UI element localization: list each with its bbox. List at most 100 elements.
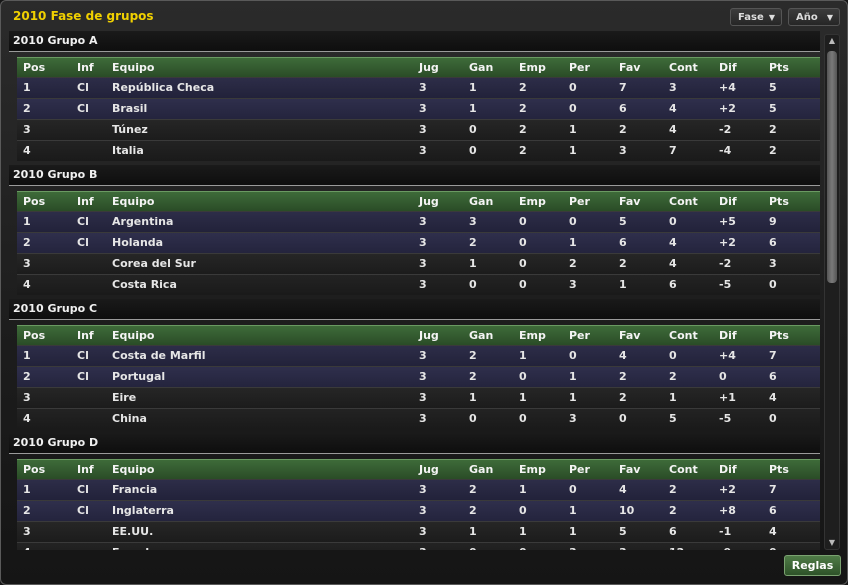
column-header-dif[interactable]: Dif	[719, 192, 737, 211]
fase-dropdown[interactable]: Fase ▼	[730, 8, 782, 26]
table-row[interactable]: 4 Ecuador 3 0 0 3 3 12 -9 0	[17, 542, 820, 550]
column-header-pts[interactable]: Pts	[769, 58, 789, 77]
cell-emp: 0	[519, 543, 527, 550]
column-header-emp[interactable]: Emp	[519, 58, 546, 77]
team-name: Ecuador	[112, 543, 162, 550]
cell-pts: 5	[769, 102, 777, 115]
column-header-equipo[interactable]: Equipo	[112, 58, 154, 77]
cell-dif: +4	[719, 349, 736, 362]
table-row[interactable]: 2 Cl Portugal 3 2 0 1 2 2 0 6	[17, 366, 820, 387]
team-name: Corea del Sur	[112, 257, 196, 270]
column-header-cont[interactable]: Cont	[669, 326, 698, 345]
column-header-jug[interactable]: Jug	[419, 192, 439, 211]
column-header-pos[interactable]: Pos	[23, 192, 45, 211]
table-row[interactable]: 3 Corea del Sur 3 1 0 2 2 4 -2 3	[17, 253, 820, 274]
column-header-jug[interactable]: Jug	[419, 460, 439, 479]
cell-emp: 2	[519, 102, 527, 115]
cell-emp: 1	[519, 525, 527, 538]
column-header-pos[interactable]: Pos	[23, 326, 45, 345]
table-row[interactable]: 3 Eire 3 1 1 1 2 1 +1 4	[17, 387, 820, 408]
column-header-equipo[interactable]: Equipo	[112, 192, 154, 211]
cell-emp: 0	[519, 504, 527, 517]
cell-gan: 1	[469, 391, 477, 404]
column-header-emp[interactable]: Emp	[519, 326, 546, 345]
column-header-cont[interactable]: Cont	[669, 192, 698, 211]
cell-emp: 2	[519, 81, 527, 94]
table-row[interactable]: 1 Cl Costa de Marfil 3 2 1 0 4 0 +4 7	[17, 345, 820, 366]
table-row[interactable]: 2 Cl Brasil 3 1 2 0 6 4 +2 5	[17, 98, 820, 119]
cell-jug: 3	[419, 349, 427, 362]
column-header-inf[interactable]: Inf	[77, 460, 94, 479]
column-header-gan[interactable]: Gan	[469, 460, 493, 479]
column-header-jug[interactable]: Jug	[419, 58, 439, 77]
table-row[interactable]: 1 Cl República Checa 3 1 2 0 7 3 +4 5	[17, 77, 820, 98]
column-header-dif[interactable]: Dif	[719, 58, 737, 77]
table-row[interactable]: 1 Cl Argentina 3 3 0 0 5 0 +5 9	[17, 211, 820, 232]
column-header-pts[interactable]: Pts	[769, 326, 789, 345]
column-header-pts[interactable]: Pts	[769, 460, 789, 479]
table-row[interactable]: 4 Costa Rica 3 0 0 3 1 6 -5 0	[17, 274, 820, 295]
table-row[interactable]: 4 China 3 0 0 3 0 5 -5 0	[17, 408, 820, 429]
column-header-per[interactable]: Per	[569, 58, 590, 77]
cell-pts: 7	[769, 349, 777, 362]
standings-table: Pos Inf Equipo Jug Gan Emp Per Fav Cont Dif Pts 1 Cl…	[17, 459, 820, 550]
column-header-cont[interactable]: Cont	[669, 460, 698, 479]
cell-dif: -9	[719, 543, 731, 550]
cell-inf: Cl	[77, 102, 89, 115]
cell-dif: +4	[719, 81, 736, 94]
table-row[interactable]: 3 EE.UU. 3 1 1 1 5 6 -1 4	[17, 521, 820, 542]
team-name: Costa de Marfil	[112, 349, 206, 362]
column-header-pos[interactable]: Pos	[23, 58, 45, 77]
column-header-per[interactable]: Per	[569, 326, 590, 345]
scroll-down-icon[interactable]: ▼	[825, 537, 839, 549]
table-row[interactable]: 2 Cl Holanda 3 2 0 1 6 4 +2 6	[17, 232, 820, 253]
cell-inf: Cl	[77, 483, 89, 496]
column-header-dif[interactable]: Dif	[719, 326, 737, 345]
team-name: Costa Rica	[112, 278, 177, 291]
column-header-inf[interactable]: Inf	[77, 326, 94, 345]
table-row[interactable]: 4 Italia 3 0 2 1 3 7 -4 2	[17, 140, 820, 161]
column-header-emp[interactable]: Emp	[519, 460, 546, 479]
column-header-pts[interactable]: Pts	[769, 192, 789, 211]
cell-emp: 2	[519, 123, 527, 136]
scrollbar-thumb[interactable]	[827, 51, 837, 283]
team-name: República Checa	[112, 81, 215, 94]
column-header-inf[interactable]: Inf	[77, 192, 94, 211]
column-header-per[interactable]: Per	[569, 192, 590, 211]
cell-cont: 1	[669, 391, 677, 404]
column-header-per[interactable]: Per	[569, 460, 590, 479]
column-header-emp[interactable]: Emp	[519, 192, 546, 211]
cell-dif: 0	[719, 370, 727, 383]
vertical-scrollbar[interactable]: ▲ ▼	[824, 34, 840, 550]
column-header-gan[interactable]: Gan	[469, 326, 493, 345]
cell-gan: 3	[469, 215, 477, 228]
column-header-cont[interactable]: Cont	[669, 58, 698, 77]
table-row[interactable]: 2 Cl Inglaterra 3 2 0 1 10 2 +8 6	[17, 500, 820, 521]
column-header-pos[interactable]: Pos	[23, 460, 45, 479]
column-header-fav[interactable]: Fav	[619, 460, 640, 479]
cell-cont: 2	[669, 504, 677, 517]
cell-pts: 0	[769, 543, 777, 550]
cell-dif: +5	[719, 215, 736, 228]
cell-fav: 1	[619, 278, 627, 291]
column-header-fav[interactable]: Fav	[619, 58, 640, 77]
team-name: Argentina	[112, 215, 174, 228]
ano-dropdown[interactable]: Año ▼	[788, 8, 840, 26]
column-header-fav[interactable]: Fav	[619, 192, 640, 211]
reglas-button[interactable]: Reglas	[784, 555, 841, 576]
cell-jug: 3	[419, 370, 427, 383]
cell-gan: 2	[469, 349, 477, 362]
column-header-equipo[interactable]: Equipo	[112, 460, 154, 479]
table-row[interactable]: 1 Cl Francia 3 2 1 0 4 2 +2 7	[17, 479, 820, 500]
column-header-equipo[interactable]: Equipo	[112, 326, 154, 345]
column-header-jug[interactable]: Jug	[419, 326, 439, 345]
table-row[interactable]: 3 Túnez 3 0 2 1 2 4 -2 2	[17, 119, 820, 140]
column-header-gan[interactable]: Gan	[469, 58, 493, 77]
column-header-gan[interactable]: Gan	[469, 192, 493, 211]
column-header-fav[interactable]: Fav	[619, 326, 640, 345]
column-header-inf[interactable]: Inf	[77, 58, 94, 77]
cell-fav: 10	[619, 504, 635, 517]
column-header-dif[interactable]: Dif	[719, 460, 737, 479]
group-title: 2010 Grupo B	[9, 165, 820, 186]
scroll-up-icon[interactable]: ▲	[825, 35, 839, 47]
